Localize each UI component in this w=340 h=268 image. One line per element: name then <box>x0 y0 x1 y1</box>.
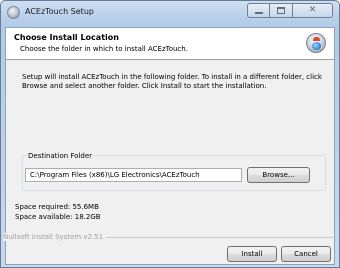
browse-button[interactable]: Browse... <box>247 167 310 183</box>
close-icon: ✕ <box>308 5 317 15</box>
destination-group-label: Destination Folder <box>27 152 94 160</box>
page-header: Choose Install Location Choose the folde… <box>6 28 334 60</box>
cancel-button[interactable]: Cancel <box>281 246 331 262</box>
page-title: Choose Install Location <box>14 33 119 42</box>
maximize-button[interactable] <box>270 3 293 18</box>
setup-disc-icon <box>306 33 326 53</box>
setup-window: ACEzTouch Setup ✕ Choose Install Locatio… <box>0 0 340 268</box>
close-button[interactable]: ✕ <box>293 3 333 18</box>
window-controls: ✕ <box>247 3 333 19</box>
title-bar: ACEzTouch Setup ✕ <box>1 1 339 24</box>
window-title: ACEzTouch Setup <box>25 7 94 16</box>
minimize-icon <box>255 12 263 14</box>
dialog-body: Choose Install Location Choose the folde… <box>5 27 335 265</box>
space-available: Space available: 18.2GB <box>15 213 101 221</box>
page-subtitle: Choose the folder in which to install AC… <box>20 45 188 53</box>
nsis-brand: Nullsoft Install System v2.51 <box>3 233 107 241</box>
destination-folder-input[interactable]: C:\Program Files (x86)\LG Electronics\AC… <box>25 168 242 182</box>
install-button[interactable]: Install <box>227 246 277 262</box>
minimize-button[interactable] <box>247 3 270 18</box>
instructions-text: Setup will install ACEzTouch in the foll… <box>22 73 322 90</box>
space-required: Space required: 55.6MB <box>15 203 99 211</box>
maximize-icon <box>277 7 285 14</box>
setup-disc-icon <box>7 6 20 19</box>
